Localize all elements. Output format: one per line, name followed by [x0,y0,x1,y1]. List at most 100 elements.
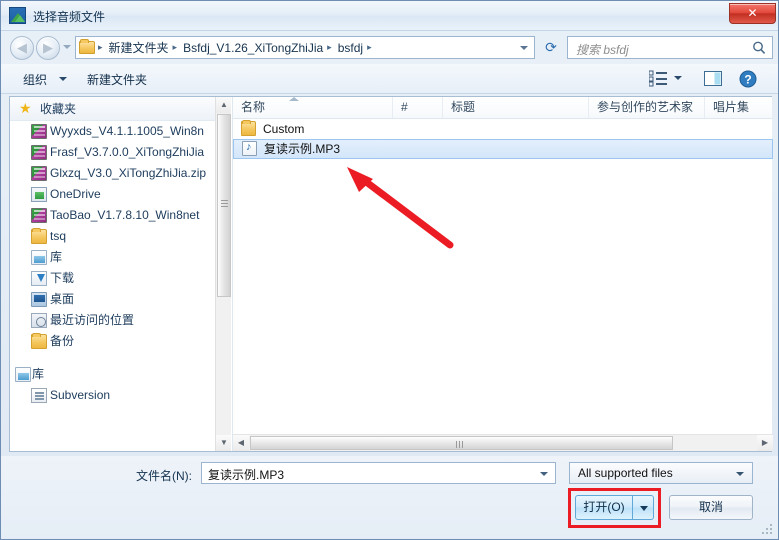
chevron-down-icon[interactable] [540,472,548,476]
sidebar-header-label: 收藏夹 [40,102,77,116]
subversion-icon [31,388,47,403]
new-folder-button[interactable]: 新建文件夹 [87,71,147,88]
sidebar-item-downloads[interactable]: 下载 [10,268,231,289]
back-button[interactable]: ◀ [10,36,34,60]
folder-icon [31,228,47,244]
breadcrumb-separator: ▸ [367,42,372,52]
breadcrumb-item-1[interactable]: Bsfdj_V1.26_XiTongZhiJia [180,41,326,55]
folder-icon [241,120,256,136]
sidebar-item-recent-places[interactable]: 最近访问的位置 [10,310,231,331]
scroll-down-icon[interactable]: ▼ [216,435,231,451]
file-name: 复读示例.MP3 [264,142,341,156]
search-input[interactable]: 搜索 bsfdj [567,36,773,59]
filename-input[interactable]: 复读示例.MP3 [201,462,556,484]
sidebar-item-frasf[interactable]: Frasf_V3.7.0.0_XiTongZhiJia [10,142,231,163]
file-open-dialog: 选择音频文件 ✕ ◀ ▶ ▸ 新建文件夹 ▸ Bsfdj_V1.26_XiTon… [0,0,779,540]
sidebar-item-label: 备份 [50,334,75,348]
sidebar-item-label: Subversion [50,388,111,402]
breadcrumb-separator: ▸ [98,42,103,52]
sidebar-item-label: TaoBao_V1.7.8.10_Win8net [50,208,200,222]
title-bar: 选择音频文件 ✕ [1,1,778,31]
file-type-select[interactable]: All supported files [569,462,753,484]
column-header-album[interactable]: 唱片集 [705,97,773,118]
sidebar-item-label: 桌面 [50,292,75,306]
table-row[interactable]: 复读示例.MP3 [233,139,773,159]
scroll-right-icon[interactable]: ▶ [757,435,773,451]
star-icon: ★ [19,100,32,116]
column-header-name[interactable]: 名称 [233,97,393,118]
command-toolbar: 组织 新建文件夹 ? [1,64,778,94]
sidebar-item-wyyxds[interactable]: Wyyxds_V4.1.1.1005_Win8n [10,121,231,142]
list-view-icon[interactable] [649,70,669,87]
column-header-track[interactable]: # [393,97,443,118]
mp3-icon [242,140,257,156]
svg-text:?: ? [744,73,751,87]
sidebar-item-label: Wyyxds_V4.1.1.1005_Win8n [50,124,204,138]
organize-button[interactable]: 组织 [23,71,47,88]
sidebar-header-favorites[interactable]: ★ 收藏夹 [10,97,231,121]
sidebar-item-label: 最近访问的位置 [50,313,135,327]
library-icon [15,367,31,382]
preview-pane-icon[interactable] [704,70,722,87]
file-list-horizontal-scrollbar[interactable]: ◀ ▶ [233,434,773,451]
content-area: ★ 收藏夹 Wyyxds_V4.1.1.1005_Win8n Frasf_V3.… [9,96,773,452]
search-icon [753,41,766,54]
open-button[interactable]: 打开(O) [575,495,633,520]
sidebar-item-label: 库 [50,250,63,264]
file-type-value: All supported files [578,466,673,480]
onedrive-icon [31,187,47,202]
filename-value: 复读示例.MP3 [208,468,285,482]
file-list-pane: 名称 # 标题 参与创作的艺术家 唱片集 Custom 复读示例.MP3 ◀ [232,97,773,451]
address-bar[interactable]: ▸ 新建文件夹 ▸ Bsfdj_V1.26_XiTongZhiJia ▸ bsf… [75,36,535,59]
sidebar-divider [10,352,231,364]
sidebar-item-backup[interactable]: 备份 [10,331,231,352]
resize-grip[interactable] [762,524,774,536]
column-header-row: 名称 # 标题 参与创作的艺术家 唱片集 [233,97,773,119]
horizontal-scroll-thumb[interactable] [250,436,673,450]
column-header-artists[interactable]: 参与创作的艺术家 [589,97,705,118]
sidebar-item-label: tsq [50,229,67,243]
search-placeholder: 搜索 bsfdj [576,43,629,57]
sidebar-item-onedrive[interactable]: OneDrive [10,184,231,205]
forward-button[interactable]: ▶ [36,36,60,60]
sidebar-item-tsq[interactable]: tsq [10,226,231,247]
sidebar-item-taobao[interactable]: TaoBao_V1.7.8.10_Win8net [10,205,231,226]
sidebar-item-label: Frasf_V3.7.0.0_XiTongZhiJia [50,145,205,159]
sidebar-group-label: 库 [32,367,45,381]
sidebar-scrollbar[interactable]: ▲ ▼ [215,97,231,451]
folder-icon [79,39,95,54]
navigation-pane: ★ 收藏夹 Wyyxds_V4.1.1.1005_Win8n Frasf_V3.… [10,97,231,451]
desktop-icon [31,292,47,307]
open-dropdown-button[interactable] [633,495,654,520]
refresh-icon[interactable]: ⟳ [539,36,563,59]
close-button[interactable]: ✕ [729,3,776,24]
sidebar-item-glxzq[interactable]: Glxzq_V3.0_XiTongZhiJia.zip [10,163,231,184]
help-icon[interactable]: ? [739,70,757,88]
cancel-button[interactable]: 取消 [669,495,753,520]
breadcrumb-item-0[interactable]: 新建文件夹 [106,39,172,56]
filename-label: 文件名(N): [136,469,192,483]
column-header-title[interactable]: 标题 [443,97,589,118]
zip-icon [31,145,47,160]
navigation-bar: ◀ ▶ ▸ 新建文件夹 ▸ Bsfdj_V1.26_XiTongZhiJia ▸… [1,31,778,64]
sidebar-item-desktop[interactable]: 桌面 [10,289,231,310]
sidebar-item-label: Glxzq_V3.0_XiTongZhiJia.zip [50,166,207,180]
scroll-up-icon[interactable]: ▲ [216,97,231,113]
recent-locations-button[interactable] [63,45,71,49]
mountain-icon [9,7,26,24]
table-row[interactable]: Custom [233,119,773,139]
sidebar-item-subversion[interactable]: Subversion [10,385,231,406]
sidebar-item-label: 下载 [50,271,75,285]
folder-icon [31,333,47,349]
sidebar-item-label: OneDrive [50,187,101,201]
chevron-down-icon[interactable] [520,46,528,50]
sidebar-item-library[interactable]: 库 [10,247,231,268]
sidebar-group-libraries[interactable]: 库 [10,364,231,385]
breadcrumb-item-2[interactable]: bsfdj [335,41,366,55]
file-name: Custom [263,122,305,136]
sidebar-scroll-thumb[interactable] [217,114,231,297]
chevron-down-icon[interactable] [736,472,744,476]
view-options-chevron-icon[interactable] [674,76,682,80]
chevron-down-icon[interactable] [59,77,67,81]
scroll-left-icon[interactable]: ◀ [233,435,249,451]
